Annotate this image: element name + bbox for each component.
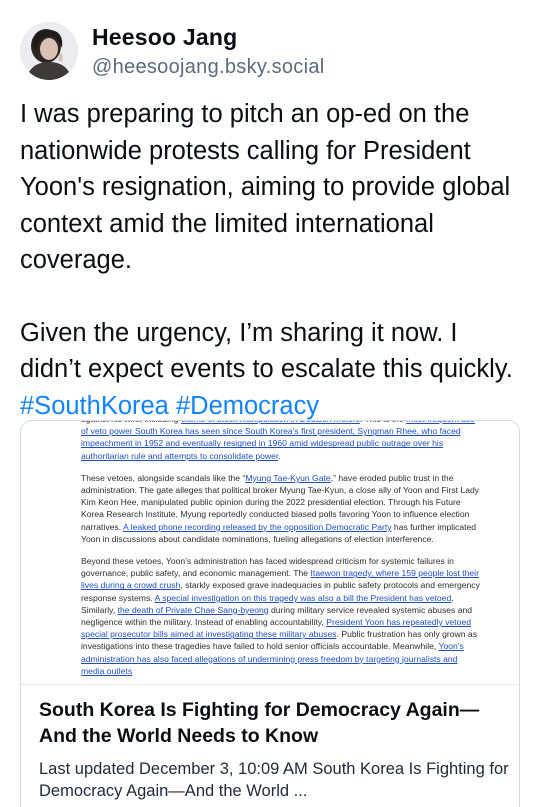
thumbnail-paragraph: These vetoes, alongside scandals like th…	[81, 472, 481, 545]
thumbnail-inline-link: Myung Tae-Kyun Gate	[245, 472, 331, 483]
author-handle[interactable]: @heesoojang.bsky.social	[92, 56, 325, 79]
thumbnail-text-run: . This is the	[360, 421, 406, 424]
avatar-image	[20, 22, 78, 80]
post-header: Heesoo Jang @heesoojang.bsky.social	[20, 20, 520, 84]
thumbnail-text-run: These vetoes, alongside scandals like th…	[81, 472, 246, 483]
thumbnail-text-run: against his wife, including	[81, 421, 181, 424]
thumbnail-inline-link: the death of Private Chae Sang-byeong	[117, 604, 269, 615]
external-link-card[interactable]: against his wife, including claims of st…	[20, 420, 520, 807]
link-card-thumbnail: against his wife, including claims of st…	[21, 421, 519, 685]
link-card-title[interactable]: South Korea Is Fighting for Democracy Ag…	[39, 697, 509, 749]
avatar[interactable]	[20, 22, 78, 80]
thumbnail-paragraph: against his wife, including claims of st…	[81, 421, 481, 462]
thumbnail-inline-link: A leaked phone recording released by the…	[123, 521, 392, 532]
thumbnail-inline-link: A special investigation on this tragedy …	[154, 592, 452, 603]
hashtag-link[interactable]: #Democracy	[176, 392, 319, 420]
thumbnail-paragraph: Beyond these vetoes, Yoon’s administrati…	[81, 555, 481, 677]
post-paragraph: I was preparing to pitch an op-ed on the…	[20, 100, 511, 274]
hashtag-link[interactable]: #SouthKorea	[20, 392, 169, 420]
author-display-name[interactable]: Heesoo Jang	[92, 24, 237, 51]
thumbnail-text-run: .	[278, 450, 281, 461]
link-card-description: Last updated December 3, 10:09 AM South …	[39, 760, 509, 800]
thumbnail-article-text: against his wife, including claims of st…	[81, 421, 481, 684]
post-text: I was preparing to pitch an op-ed on the…	[20, 96, 525, 424]
thumbnail-inline-link: claims of stock manipulation in Deutsch …	[181, 421, 360, 424]
post-paragraph: Given the urgency, I’m sharing it now. I…	[20, 315, 525, 425]
post-paragraph-text: Given the urgency, I’m sharing it now. I…	[20, 318, 513, 384]
